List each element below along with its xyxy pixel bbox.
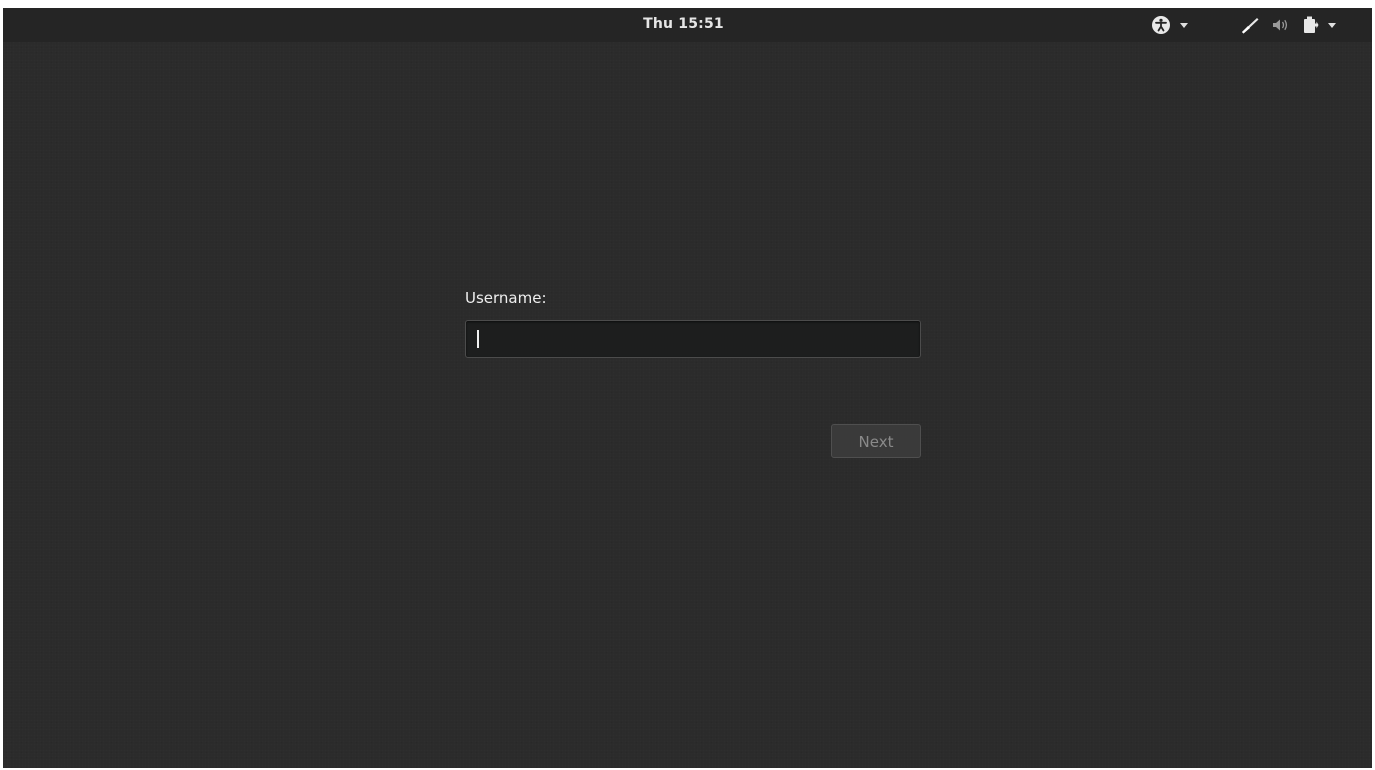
volume-icon (1271, 16, 1291, 34)
username-label: Username: (465, 289, 547, 307)
text-cursor (477, 330, 479, 348)
next-button[interactable]: Next (831, 424, 921, 458)
battery-icon (1301, 15, 1319, 35)
accessibility-icon (1151, 15, 1171, 35)
clock-label: Thu 15:51 (643, 16, 724, 32)
username-input[interactable] (465, 320, 921, 358)
login-screen: Thu 15:51 Username: Next (3, 8, 1372, 768)
top-bar: Thu 15:51 (3, 8, 1372, 42)
signal-icon (1239, 15, 1261, 35)
system-menu[interactable] (1239, 8, 1336, 42)
login-form: Username: Next (465, 286, 925, 458)
chevron-down-icon (1180, 22, 1188, 28)
accessibility-menu[interactable] (1151, 8, 1188, 42)
chevron-down-icon (1328, 22, 1336, 28)
